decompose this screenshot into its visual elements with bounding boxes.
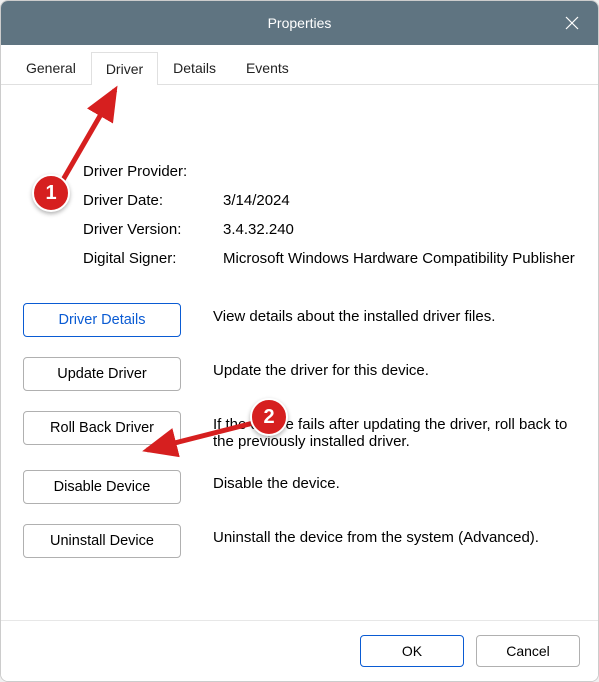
row-uninstall-device: Uninstall Device Uninstall the device fr…: [23, 524, 576, 558]
info-row-signer: Digital Signer: Microsoft Windows Hardwa…: [23, 250, 576, 267]
window-title: Properties: [268, 15, 332, 31]
uninstall-device-button[interactable]: Uninstall Device: [23, 524, 181, 558]
row-update-driver: Update Driver Update the driver for this…: [23, 357, 576, 391]
signer-value: Microsoft Windows Hardware Compatibility…: [223, 250, 576, 267]
provider-value: [223, 163, 576, 180]
properties-window: Properties General Driver Details Events…: [0, 0, 599, 682]
close-button[interactable]: [546, 1, 598, 45]
driver-details-button[interactable]: Driver Details: [23, 303, 181, 337]
driver-details-desc: View details about the installed driver …: [193, 303, 576, 325]
tab-driver[interactable]: Driver: [91, 52, 158, 85]
date-label: Driver Date:: [83, 192, 223, 209]
close-icon: [565, 16, 579, 30]
roll-back-driver-desc: If the device fails after updating the d…: [193, 411, 576, 450]
row-roll-back-driver: Roll Back Driver If the device fails aft…: [23, 411, 576, 450]
disable-device-desc: Disable the device.: [193, 470, 576, 492]
version-value: 3.4.32.240: [223, 221, 576, 238]
version-label: Driver Version:: [83, 221, 223, 238]
tab-content: Driver Provider: Driver Date: 3/14/2024 …: [1, 85, 598, 620]
info-row-provider: Driver Provider:: [23, 163, 576, 180]
info-row-date: Driver Date: 3/14/2024: [23, 192, 576, 209]
info-row-version: Driver Version: 3.4.32.240: [23, 221, 576, 238]
update-driver-button[interactable]: Update Driver: [23, 357, 181, 391]
tab-details[interactable]: Details: [158, 51, 231, 84]
row-disable-device: Disable Device Disable the device.: [23, 470, 576, 504]
tab-general[interactable]: General: [11, 51, 91, 84]
titlebar: Properties: [1, 1, 598, 45]
provider-label: Driver Provider:: [83, 163, 223, 180]
dialog-footer: OK Cancel: [1, 620, 598, 681]
cancel-button[interactable]: Cancel: [476, 635, 580, 667]
signer-label: Digital Signer:: [83, 250, 223, 267]
row-driver-details: Driver Details View details about the in…: [23, 303, 576, 337]
update-driver-desc: Update the driver for this device.: [193, 357, 576, 379]
date-value: 3/14/2024: [223, 192, 576, 209]
roll-back-driver-button[interactable]: Roll Back Driver: [23, 411, 181, 445]
ok-button[interactable]: OK: [360, 635, 464, 667]
driver-info: Driver Provider: Driver Date: 3/14/2024 …: [23, 163, 576, 279]
tab-events[interactable]: Events: [231, 51, 304, 84]
uninstall-device-desc: Uninstall the device from the system (Ad…: [193, 524, 576, 546]
disable-device-button[interactable]: Disable Device: [23, 470, 181, 504]
tab-strip: General Driver Details Events: [1, 45, 598, 85]
